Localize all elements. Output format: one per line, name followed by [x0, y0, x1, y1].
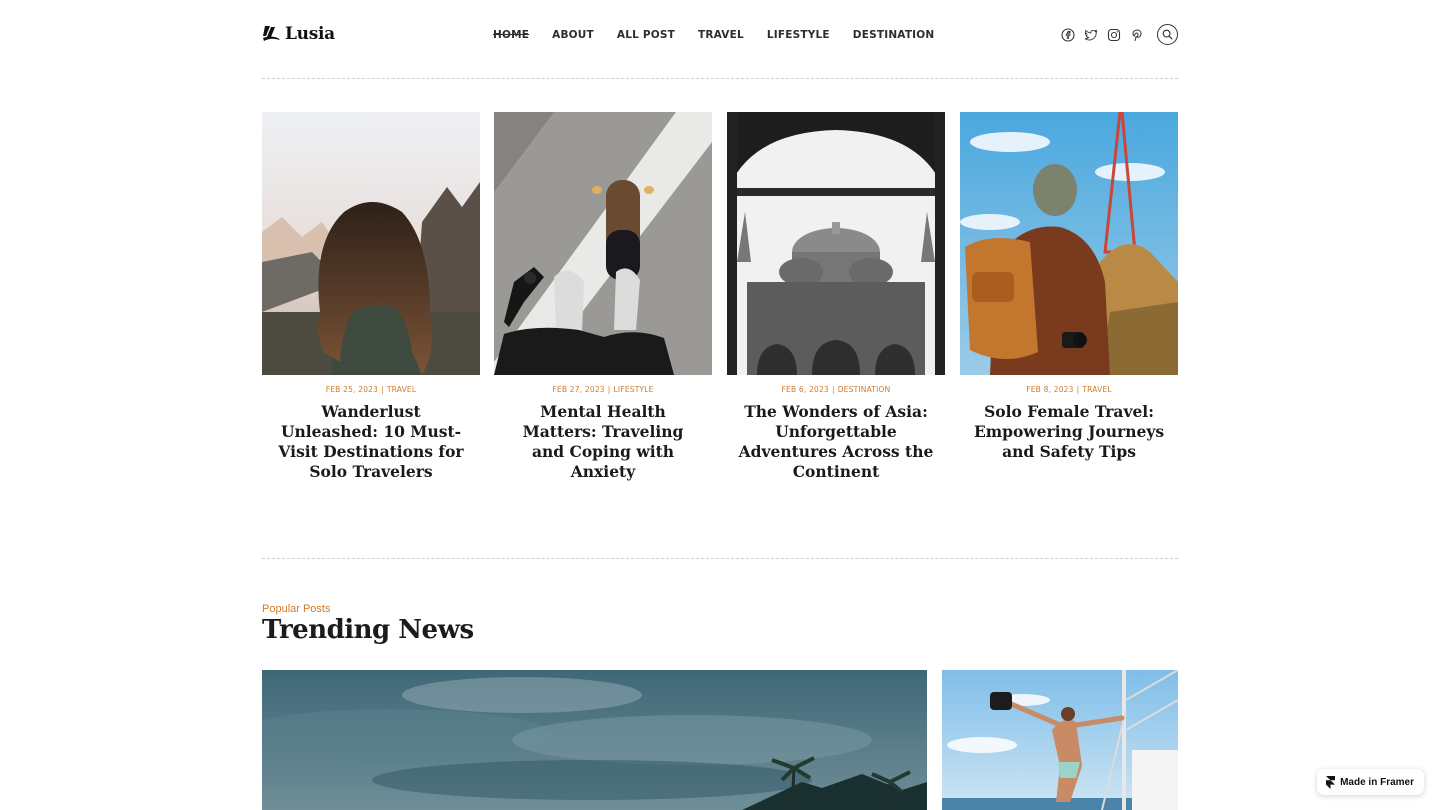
post-image-woman-hair[interactable]: [262, 112, 480, 375]
instagram-icon[interactable]: [1107, 28, 1121, 42]
facebook-icon[interactable]: [1061, 27, 1075, 42]
featured-image-stormy-sky[interactable]: [262, 670, 927, 810]
twitter-icon[interactable]: [1084, 28, 1098, 42]
post-image-backpacker[interactable]: [960, 112, 1178, 375]
post-meta: FEB 25, 2023 | TRAVEL: [325, 385, 417, 394]
post-meta: FEB 27, 2023 | LIFESTYLE: [552, 385, 654, 394]
post-grid: FEB 25, 2023 | TRAVEL Wanderlust Unleashed…: [262, 112, 1178, 492]
site-header: Lusia HOME ABOUT ALL POST TRAVEL LIFESTY…: [262, 0, 1178, 79]
section-heading: Trending News: [262, 615, 474, 645]
nav-item-all-post[interactable]: ALL POST: [617, 29, 675, 41]
pinterest-icon[interactable]: [1130, 28, 1144, 42]
post-meta: FEB 8, 2023 | TRAVEL: [1026, 385, 1112, 394]
search-icon: [1162, 29, 1173, 40]
post-card[interactable]: FEB 27, 2023 | LIFESTYLE Mental Health Mat…: [494, 112, 712, 482]
section-divider: [262, 558, 1178, 559]
nav-item-about[interactable]: ABOUT: [552, 29, 594, 41]
section-kicker: Popular Posts: [262, 603, 331, 615]
nav-item-lifestyle[interactable]: LIFESTYLE: [767, 29, 830, 41]
post-image-mosque[interactable]: [727, 112, 945, 375]
post-card[interactable]: FEB 8, 2023 | TRAVEL Solo Female Travel: E…: [960, 112, 1178, 462]
framer-logo-icon: [1326, 775, 1336, 789]
post-category[interactable]: TRAVEL: [387, 385, 416, 394]
main-nav: HOME ABOUT ALL POST TRAVEL LIFESTYLE DES…: [493, 29, 934, 41]
made-in-framer-label: Made in Framer: [1340, 776, 1414, 788]
nav-item-travel[interactable]: TRAVEL: [698, 29, 744, 41]
post-card[interactable]: FEB 6, 2023 | DESTINATION The Wonders of A…: [727, 112, 945, 482]
nav-item-destination[interactable]: DESTINATION: [853, 29, 935, 41]
post-title[interactable]: Solo Female Travel: Empowering Journeys …: [960, 402, 1178, 462]
post-card[interactable]: FEB 25, 2023 | TRAVEL Wanderlust Unleashed…: [262, 112, 480, 482]
post-date: FEB 27, 2023: [552, 385, 605, 394]
post-category[interactable]: TRAVEL: [1082, 385, 1111, 394]
post-title[interactable]: Mental Health Matters: Traveling and Cop…: [494, 402, 712, 482]
social-links: [1052, 24, 1178, 45]
logo[interactable]: Lusia: [262, 24, 335, 44]
featured-image-sailboat[interactable]: [942, 670, 1178, 810]
post-category[interactable]: LIFESTYLE: [614, 385, 654, 394]
post-meta: FEB 6, 2023 | DESTINATION: [781, 385, 891, 394]
brand-name: Lusia: [285, 24, 335, 44]
post-date: FEB 8, 2023: [1026, 385, 1074, 394]
made-in-framer-badge[interactable]: Made in Framer: [1317, 769, 1424, 795]
post-date: FEB 6, 2023: [781, 385, 829, 394]
post-image-skateboard[interactable]: [494, 112, 712, 375]
search-button[interactable]: [1157, 24, 1178, 45]
nav-item-home[interactable]: HOME: [493, 29, 529, 41]
post-title[interactable]: Wanderlust Unleashed: 10 Must-Visit Dest…: [262, 402, 480, 482]
post-title[interactable]: The Wonders of Asia: Unforgettable Adven…: [727, 402, 945, 482]
post-date: FEB 25, 2023: [325, 385, 379, 394]
post-category[interactable]: DESTINATION: [838, 385, 891, 394]
logo-mark-icon: [263, 26, 280, 41]
